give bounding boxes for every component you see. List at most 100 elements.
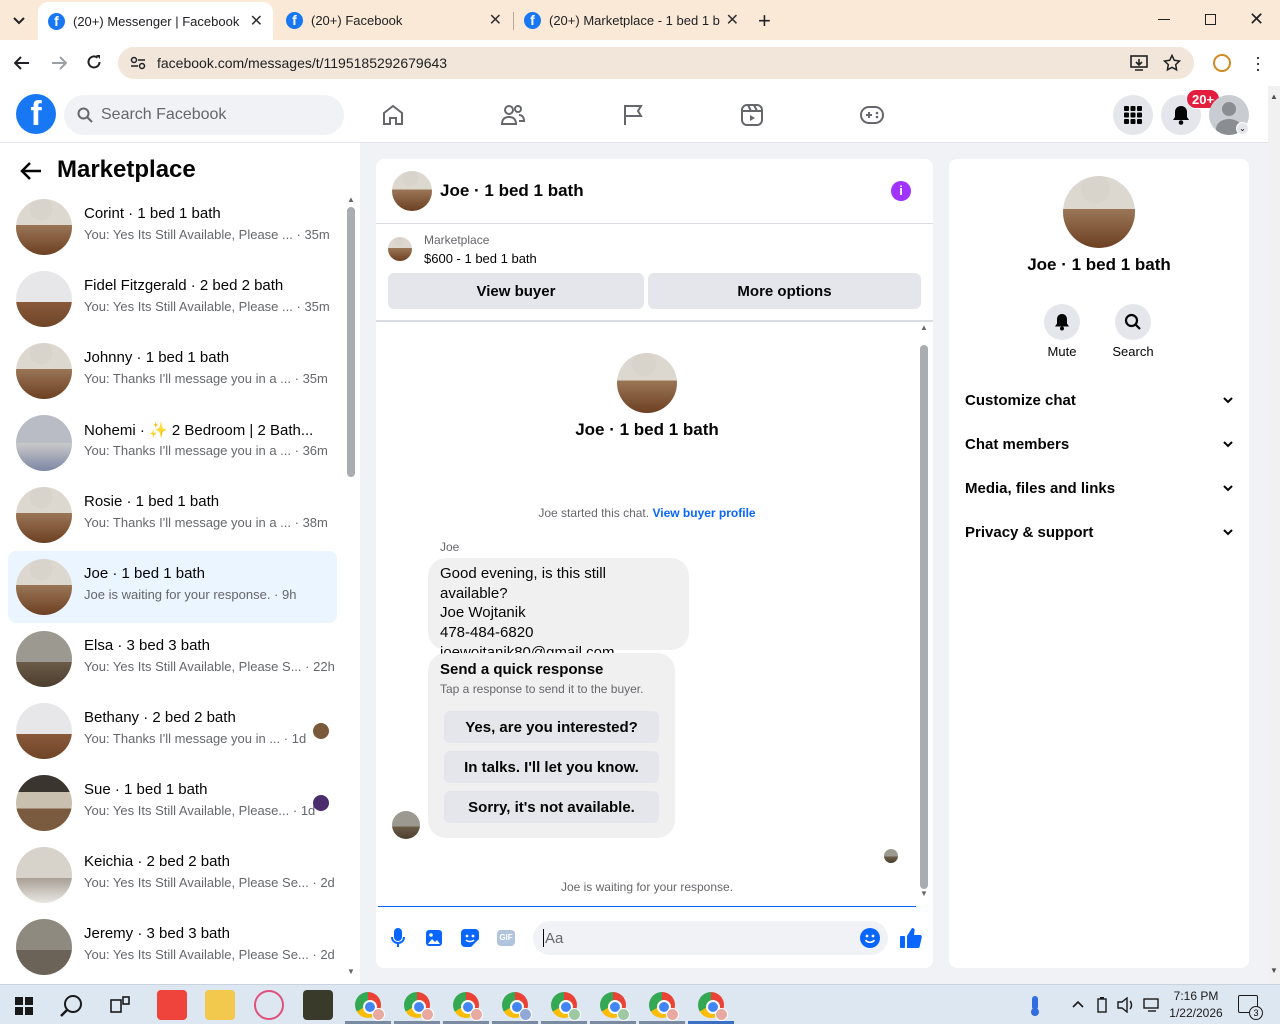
message-bubble[interactable]: Good evening, is this still available? J… (428, 558, 689, 661)
customize-chat-section[interactable]: Customize chat (965, 388, 1233, 412)
close-window-button[interactable]: ✕ (1249, 9, 1264, 30)
site-info-icon[interactable] (130, 56, 146, 70)
chat-members-section[interactable]: Chat members (965, 432, 1233, 456)
show-hidden-icons-chevron[interactable] (1072, 1000, 1084, 1008)
snipping-tool-icon[interactable] (254, 990, 284, 1020)
conversation-item[interactable]: Johnny · 1 bed 1 bath You: Thanks I'll m… (8, 335, 337, 407)
menu-grid-button[interactable] (1113, 95, 1153, 135)
back-arrow-icon[interactable] (20, 162, 42, 180)
close-tab-icon[interactable]: ✕ (726, 10, 739, 30)
address-bar[interactable]: facebook.com/messages/t/1195185292679643 (118, 47, 1194, 79)
browser-menu-icon[interactable]: · · · (1255, 48, 1261, 78)
mute-button[interactable] (1044, 304, 1080, 340)
facebook-search-input[interactable]: Search Facebook (64, 95, 344, 135)
read-receipt-avatar (313, 723, 329, 739)
conversation-name: Keichia · 2 bed 2 bath (84, 853, 230, 870)
anydesk-icon[interactable] (157, 990, 187, 1020)
message-input[interactable]: Aa (533, 921, 888, 955)
chat-title[interactable]: Joe · 1 bed 1 bath (440, 181, 584, 201)
messages-scrollbar[interactable]: ▲ ▼ (918, 323, 930, 899)
install-app-icon[interactable] (1130, 55, 1148, 71)
chrome-icon[interactable] (551, 992, 581, 1021)
conversation-item[interactable]: Nohemi · ✨ 2 Bedroom | 2 Bath... You: Th… (8, 407, 337, 479)
list-scrollbar[interactable]: ▲ ▼ (345, 195, 357, 980)
video-icon[interactable] (740, 103, 764, 127)
search-placeholder: Search Facebook (101, 106, 227, 123)
more-options-button[interactable]: More options (648, 273, 921, 309)
page-scrollbar[interactable]: ▲ ▼ (1268, 86, 1280, 984)
chrome-icon-active[interactable] (698, 992, 728, 1021)
conversation-item[interactable]: Bethany · 2 bed 2 bath You: Thanks I'll … (8, 695, 337, 767)
minimize-button[interactable] (1158, 19, 1170, 20)
chrome-icon[interactable] (600, 992, 630, 1021)
chrome-icon[interactable] (453, 992, 483, 1021)
tab-messenger[interactable]: f (20+) Messenger | Facebook ✕ (38, 2, 273, 40)
gaming-icon[interactable] (859, 105, 885, 125)
scrollbar-thumb[interactable] (920, 345, 928, 889)
quick-reply-not-available-button[interactable]: Sorry, it's not available. (444, 791, 659, 823)
conversation-item[interactable]: Rosie · 1 bed 1 bath You: Thanks I'll me… (8, 479, 337, 551)
emoji-icon[interactable] (860, 928, 880, 948)
like-thumb-icon[interactable] (900, 927, 922, 949)
quick-reply-yes-button[interactable]: Yes, are you interested? (444, 711, 659, 743)
chrome-icon[interactable] (355, 992, 385, 1021)
tab-search-button[interactable] (8, 10, 30, 32)
gif-icon[interactable]: GIF (497, 930, 515, 946)
photo-icon[interactable] (426, 929, 442, 947)
close-tab-icon[interactable]: ✕ (489, 10, 502, 30)
chat-header-avatar[interactable] (392, 171, 432, 211)
view-buyer-profile-link[interactable]: View buyer profile (652, 506, 755, 520)
sticker-icon[interactable] (461, 929, 479, 947)
listing-photo-avatar (16, 343, 72, 399)
conversation-item[interactable]: Keichia · 2 bed 2 bath You: Yes Its Stil… (8, 839, 337, 911)
tab-facebook[interactable]: f (20+) Facebook ✕ (276, 0, 512, 40)
task-view-icon[interactable] (110, 996, 130, 1014)
reload-icon[interactable] (86, 54, 102, 70)
volume-icon[interactable] (1117, 997, 1135, 1013)
details-avatar[interactable] (1063, 176, 1135, 248)
pages-flag-icon[interactable] (622, 103, 644, 127)
windows-start-icon[interactable] (15, 997, 33, 1015)
listing-label: Marketplace (424, 233, 490, 247)
bookmark-star-icon[interactable] (1163, 54, 1181, 72)
listing-summary[interactable]: $600 - 1 bed 1 bath (424, 251, 537, 266)
clock[interactable]: 7:16 PM 1/22/2026 (1166, 988, 1226, 1022)
chrome-icon[interactable] (404, 992, 434, 1021)
conversation-item[interactable]: Elsa · 3 bed 3 bath You: Yes Its Still A… (8, 623, 337, 695)
chrome-icon[interactable] (502, 992, 532, 1021)
search-chat-button[interactable] (1115, 304, 1151, 340)
quick-reply-in-talks-button[interactable]: In talks. I'll let you know. (444, 751, 659, 783)
close-tab-icon[interactable]: ✕ (250, 11, 263, 31)
network-icon[interactable] (1143, 997, 1161, 1013)
file-explorer-icon[interactable] (205, 990, 235, 1020)
new-tab-button[interactable]: + (758, 8, 771, 34)
home-icon[interactable] (381, 103, 405, 127)
chrome-icon[interactable] (649, 992, 679, 1021)
tab-marketplace[interactable]: f (20+) Marketplace - 1 bed 1 bath ✕ (514, 0, 749, 40)
sticky-notes-icon[interactable] (303, 990, 333, 1020)
conversation-item-selected[interactable]: Joe · 1 bed 1 bath Joe is waiting for yo… (8, 551, 337, 623)
info-icon[interactable]: i (891, 181, 911, 201)
media-files-links-section[interactable]: Media, files and links (965, 476, 1233, 500)
scrollbar-thumb[interactable] (347, 207, 355, 477)
conversation-item[interactable]: Corint · 1 bed 1 bath You: Yes Its Still… (8, 191, 337, 263)
forward-icon[interactable] (51, 55, 67, 71)
listing-thumbnail[interactable] (388, 237, 412, 261)
conversation-item[interactable]: Sue · 1 bed 1 bath You: Yes Its Still Av… (8, 767, 337, 839)
restore-button[interactable] (1205, 14, 1216, 25)
battery-icon[interactable] (1096, 997, 1108, 1013)
back-icon[interactable] (14, 55, 30, 71)
taskbar-search-icon[interactable] (60, 994, 84, 1018)
account-chevron-icon[interactable]: ⌄ (1236, 122, 1249, 135)
friends-icon[interactable] (500, 103, 526, 127)
temperature-icon[interactable] (1028, 995, 1042, 1017)
privacy-support-section[interactable]: Privacy & support (965, 520, 1233, 544)
sender-avatar[interactable] (392, 811, 420, 839)
profile-icon[interactable] (1213, 54, 1231, 72)
microphone-icon[interactable] (391, 928, 405, 948)
seen-avatar (884, 849, 898, 863)
facebook-logo[interactable]: f (16, 94, 56, 134)
view-buyer-button[interactable]: View buyer (388, 273, 644, 309)
conversation-item[interactable]: Jeremy · 3 bed 3 bath You: Yes Its Still… (8, 911, 337, 983)
conversation-item[interactable]: Fidel Fitzgerald · 2 bed 2 bath You: Yes… (8, 263, 337, 335)
